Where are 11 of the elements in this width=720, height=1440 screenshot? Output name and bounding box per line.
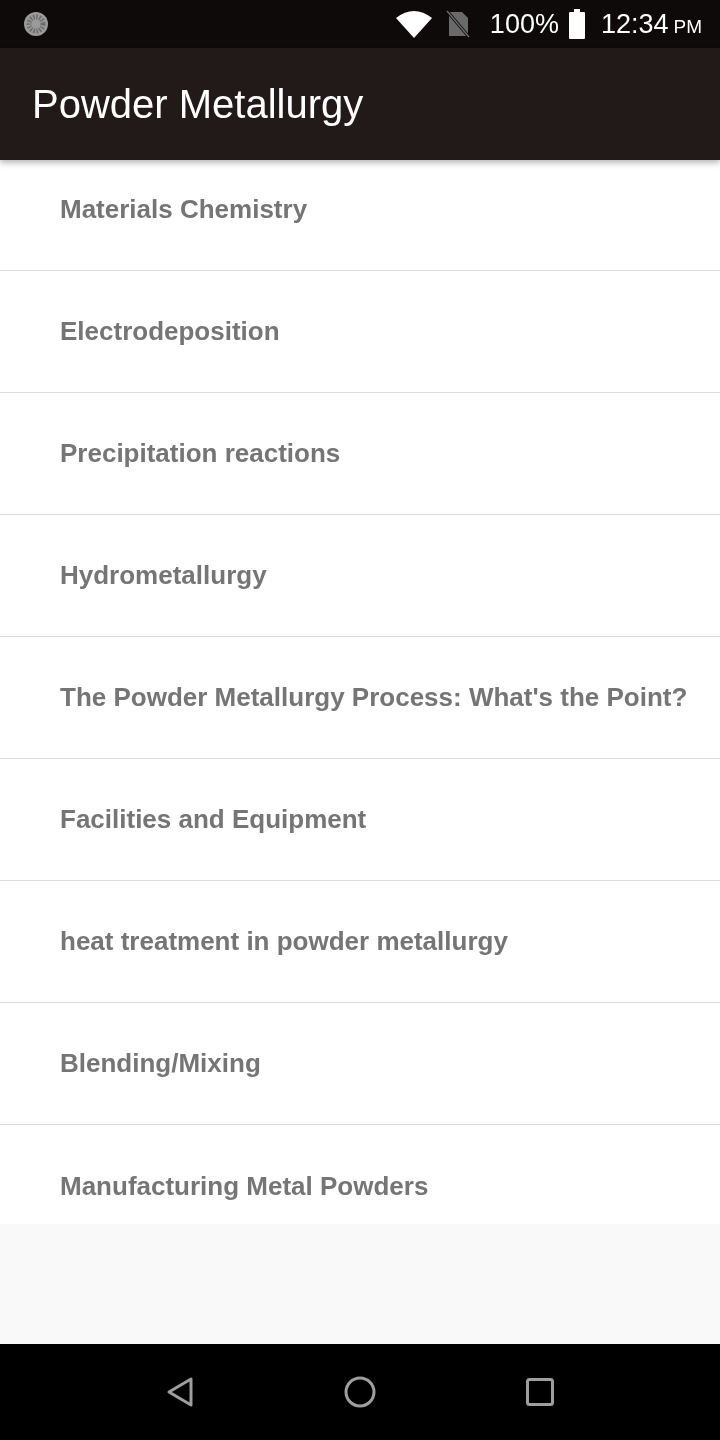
spinner-icon bbox=[22, 10, 50, 38]
wifi-icon bbox=[395, 10, 432, 38]
app-title: Powder Metallurgy bbox=[32, 81, 364, 127]
battery-percentage: 100% bbox=[489, 10, 559, 38]
home-icon bbox=[344, 1376, 376, 1408]
recents-icon bbox=[526, 1378, 554, 1406]
no-sim-icon bbox=[445, 10, 470, 38]
back-icon bbox=[166, 1376, 194, 1408]
clock-period: PM bbox=[673, 16, 702, 36]
battery-icon bbox=[568, 9, 585, 39]
clock-time: 12:34 bbox=[600, 10, 669, 38]
